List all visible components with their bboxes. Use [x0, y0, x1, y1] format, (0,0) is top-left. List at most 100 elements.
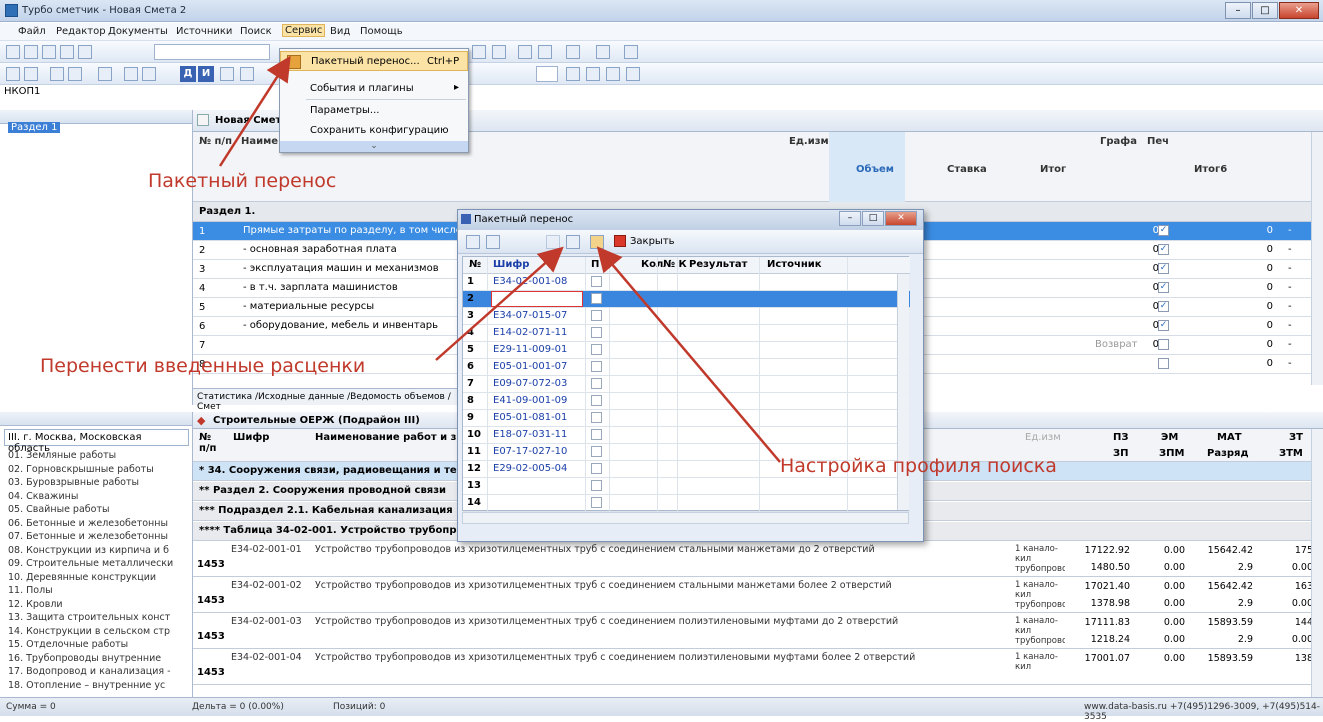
tool-icon-4[interactable] [68, 67, 82, 81]
dialog-row[interactable]: 5 Е29-11-009-01 [463, 342, 910, 359]
search-profile-icon[interactable] [590, 235, 604, 249]
dialog-row-checkbox[interactable] [591, 395, 602, 406]
preview-icon[interactable] [78, 45, 92, 59]
dialog-row-code[interactable]: Е05-01-081-01 [493, 412, 567, 423]
norms-tree-item[interactable]: 16. Трубопроводы внутренние [8, 653, 178, 664]
norms-tree-item[interactable]: 08. Конструкции из кирпича и б [8, 545, 178, 556]
dialog-row[interactable]: 9 Е05-01-081-01 [463, 410, 910, 427]
tool-icon-9[interactable] [240, 67, 254, 81]
norms-tree-item[interactable]: 02. Горновскрышные работы [8, 464, 178, 475]
print-checkbox[interactable]: ✓ [1158, 225, 1169, 236]
norms-tree-item[interactable]: 18. Отопление – внутренние ус [8, 680, 178, 691]
norms-tree-item[interactable]: 10. Деревянные конструкции [8, 572, 178, 583]
dialog-row-checkbox[interactable] [591, 344, 602, 355]
dialog-row[interactable]: 10 Е18-07-031-11 [463, 427, 910, 444]
dialog-hscrollbar[interactable] [462, 512, 909, 524]
dialog-row-checkbox[interactable] [591, 276, 602, 287]
print-checkbox[interactable] [1158, 358, 1169, 369]
tool-icon-3[interactable] [50, 67, 64, 81]
menu-item-batch-transfer[interactable]: Пакетный перенос... Ctrl+P [280, 51, 468, 71]
dialog-row-code[interactable]: Е41-09-001-09 [493, 395, 567, 406]
menu-sources[interactable]: Источники [176, 26, 232, 37]
toolbar-combo-2[interactable] [536, 66, 558, 82]
dialog-row-code[interactable]: Е18-07-031-11 [493, 429, 567, 440]
tool-icon-6[interactable] [124, 67, 138, 81]
save-icon[interactable] [42, 45, 56, 59]
menu-item-save-config[interactable]: Сохранить конфигурацию [280, 121, 468, 141]
norms-tree-item[interactable]: 04. Скважины [8, 491, 178, 502]
norms-row[interactable]: 1453 Е34-02-001-04 Устройство трубопроводо… [193, 650, 1313, 685]
norms-tree-item[interactable]: 09. Строительные металлически [8, 558, 178, 569]
menu-item-parameters[interactable]: Параметры... [280, 101, 468, 121]
dialog-row[interactable]: 2 [463, 291, 910, 308]
dialog-row-code[interactable]: Е34-07-015-07 [493, 310, 567, 321]
estimate-bottom-tabs[interactable]: Статистика /Исходные данные /Ведомость о… [193, 388, 463, 412]
disabled-icon[interactable] [546, 235, 560, 249]
print-checkbox[interactable]: ✓ [1158, 282, 1169, 293]
dialog-row-code[interactable]: Е14-02-071-11 [493, 327, 567, 338]
dialog-row[interactable]: 8 Е41-09-001-09 [463, 393, 910, 410]
norms-tab[interactable]: Строительные ОЕРЖ (Подрайон III) [213, 415, 420, 426]
dialog-row-checkbox[interactable] [591, 361, 602, 372]
tool-icon-10[interactable] [566, 67, 580, 81]
menu-view[interactable]: Вид [330, 26, 350, 37]
open-icon[interactable] [24, 45, 38, 59]
maximize-button[interactable]: □ [1252, 2, 1278, 19]
new-icon[interactable] [6, 45, 20, 59]
norms-tree-item[interactable]: 15. Отделочные работы [8, 639, 178, 650]
undo-icon[interactable] [472, 45, 486, 59]
menu-expand-icon[interactable]: ⌄ [280, 141, 468, 152]
tool-icon-8[interactable] [220, 67, 234, 81]
tool-icon-2[interactable] [24, 67, 38, 81]
dialog-row-code[interactable]: Е09-07-072-03 [493, 378, 567, 389]
dialog-row-checkbox[interactable] [591, 310, 602, 321]
dialog-minimize-button[interactable]: – [839, 211, 861, 226]
region-select[interactable]: III. г. Москва, Московская область [4, 429, 189, 454]
code-edit-field[interactable] [491, 291, 583, 307]
calc-icon[interactable] [566, 45, 580, 59]
menu-help[interactable]: Помощь [360, 26, 403, 37]
tree-item-section1[interactable]: Раздел 1 [8, 122, 61, 133]
dialog-row[interactable]: 3 Е34-07-015-07 [463, 308, 910, 325]
menu-documents[interactable]: Документы [108, 26, 168, 37]
dialog-row-code[interactable]: Е07-17-027-10 [493, 446, 567, 457]
tool-icon-11[interactable] [586, 67, 600, 81]
dialog-row-checkbox[interactable] [591, 412, 602, 423]
print-checkbox[interactable]: ✓ [1158, 263, 1169, 274]
norms-tree-item[interactable]: 17. Водопровод и канализация - [8, 666, 178, 677]
norms-tree-item[interactable]: 13. Защита строительных конст [8, 612, 178, 623]
norms-tree-item[interactable]: 05. Свайные работы [8, 504, 178, 515]
tool-d-icon[interactable]: Д [180, 66, 196, 82]
norms-tree-item[interactable]: 06. Бетонные и железобетонны [8, 518, 178, 529]
estimate-scrollbar[interactable] [1311, 132, 1323, 385]
dialog-close-label[interactable]: Закрыть [630, 236, 675, 247]
norms-tree-item[interactable]: 11. Полы [8, 585, 178, 596]
dialog-row-checkbox[interactable] [591, 429, 602, 440]
redo-icon[interactable] [492, 45, 506, 59]
print-checkbox[interactable]: ✓ [1158, 301, 1169, 312]
dialog-row-code[interactable]: Е29-11-009-01 [493, 344, 567, 355]
norms-tree-item[interactable]: 12. Кровли [8, 599, 178, 610]
dialog-row[interactable]: 4 Е14-02-071-11 [463, 325, 910, 342]
menu-search[interactable]: Поиск [240, 26, 272, 37]
dialog-row-code[interactable]: Е29-02-005-04 [493, 463, 567, 474]
table-icon[interactable] [486, 235, 500, 249]
dialog-row-checkbox[interactable] [591, 378, 602, 389]
norms-tree-item[interactable]: 07. Бетонные и железобетонны [8, 531, 178, 542]
dialog-row-checkbox[interactable] [591, 293, 602, 304]
tool-icon-7[interactable] [142, 67, 156, 81]
print-icon[interactable] [60, 45, 74, 59]
estimate-tab[interactable]: Новая Смета [215, 115, 288, 126]
dialog-row-checkbox[interactable] [591, 446, 602, 457]
dialog-row-checkbox[interactable] [591, 327, 602, 338]
sort-icon[interactable] [538, 45, 552, 59]
filter-icon[interactable] [518, 45, 532, 59]
dialog-row-checkbox[interactable] [591, 480, 602, 491]
dialog-row[interactable]: 7 Е09-07-072-03 [463, 376, 910, 393]
dialog-row-code[interactable]: Е05-01-001-07 [493, 361, 567, 372]
dialog-row[interactable]: 1 Е34-02-001-08 [463, 274, 910, 291]
norms-scrollbar[interactable] [1311, 429, 1323, 699]
menu-item-events-plugins[interactable]: События и плагины ▸ [280, 79, 468, 99]
print-checkbox[interactable] [1158, 339, 1169, 350]
dialog-row[interactable]: 13 [463, 478, 910, 495]
